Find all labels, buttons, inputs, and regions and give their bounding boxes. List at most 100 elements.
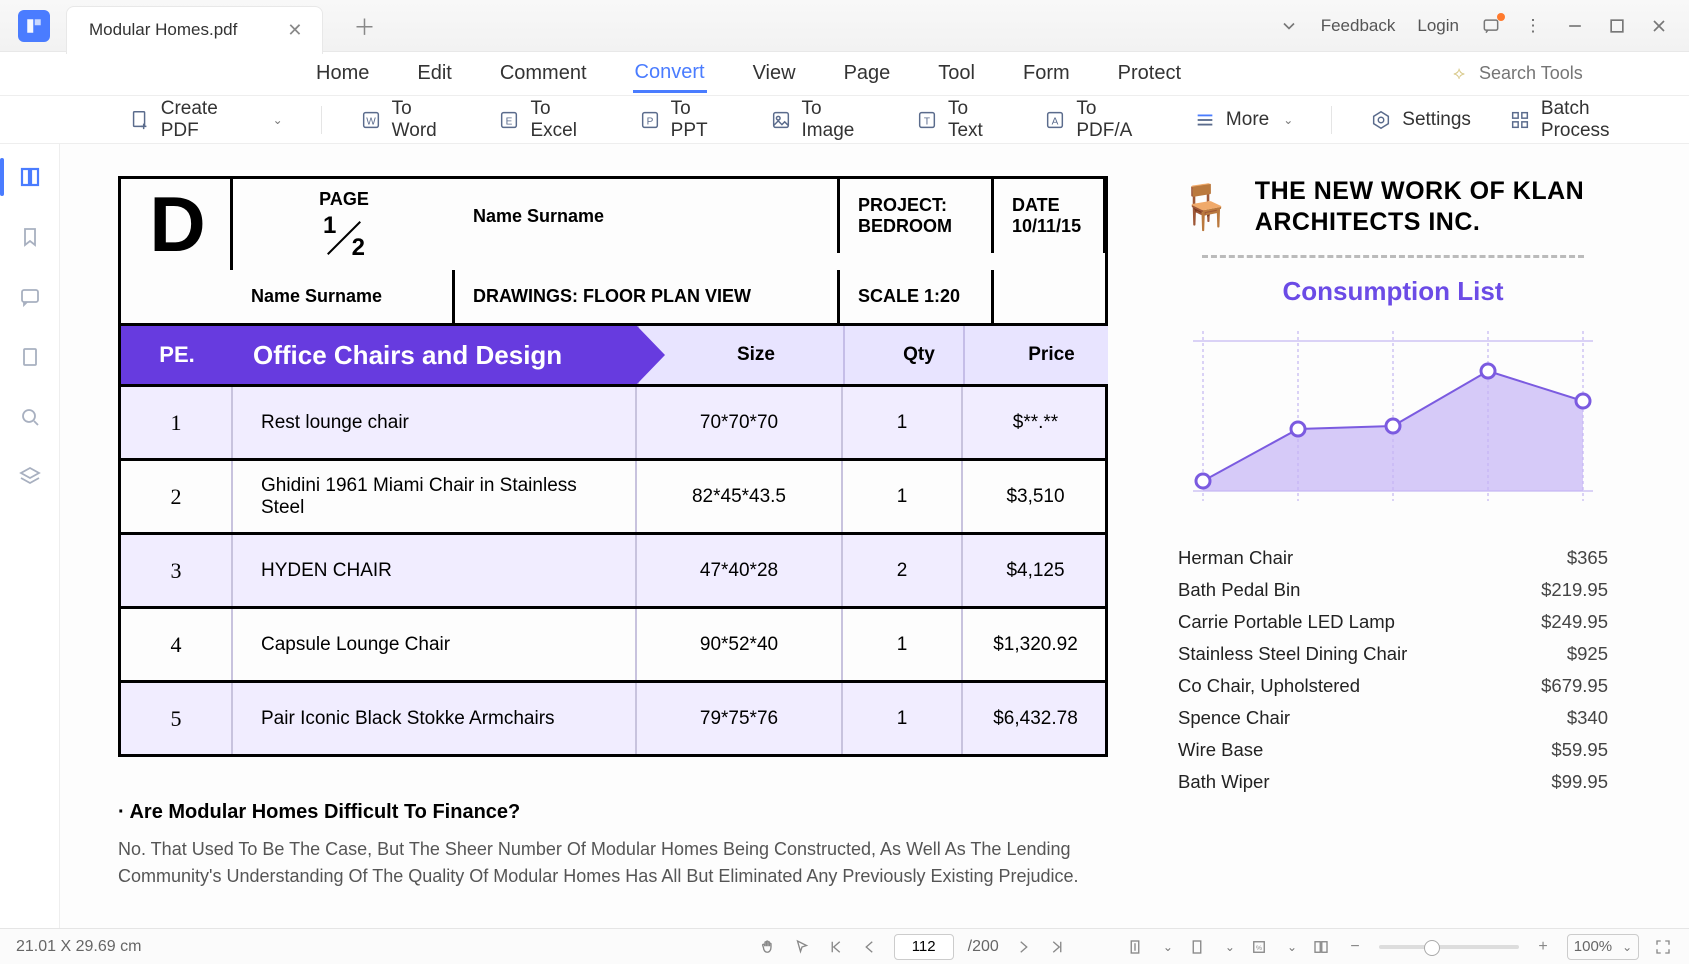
menu-tool[interactable]: Tool (936, 56, 977, 91)
items-table: PE. Office Chairs and Design Size Qty Pr… (118, 326, 1108, 757)
view-single-icon[interactable] (1187, 937, 1207, 957)
to-ppt-button[interactable]: PTo PPT (631, 94, 740, 146)
first-page-icon[interactable] (826, 937, 846, 957)
table-row: 3HYDEN CHAIR47*40*282$4,125 (121, 532, 1105, 606)
notification-icon[interactable] (1481, 16, 1501, 36)
svg-text:E: E (506, 116, 513, 127)
page-fraction: PAGE 12 (233, 179, 455, 270)
to-image-button[interactable]: To Image (762, 94, 886, 146)
chair-icon: 🪑 (1178, 181, 1233, 233)
name-1: Name Surname (455, 179, 840, 253)
maximize-icon[interactable] (1607, 16, 1627, 36)
svg-text:A: A (1052, 116, 1059, 127)
page-dimensions: 21.01 X 29.69 cm (16, 938, 141, 956)
last-page-icon[interactable] (1047, 937, 1067, 957)
create-pdf-button[interactable]: Create PDF⌄ (121, 94, 291, 146)
to-text-button[interactable]: TTo Text (908, 94, 1014, 146)
chevron-down-icon[interactable] (1279, 16, 1299, 36)
menu-home[interactable]: Home (314, 56, 371, 91)
select-icon[interactable] (792, 937, 812, 957)
view-two-icon[interactable] (1311, 937, 1331, 957)
pdfa-icon: A (1044, 109, 1066, 131)
list-item: Bath Wiper$99.95 (1178, 771, 1608, 793)
search-tools[interactable]: ⟡ (1453, 63, 1659, 84)
more-icon[interactable]: ⋮ (1523, 16, 1543, 36)
settings-icon (1370, 109, 1392, 131)
fit-height-icon[interactable] (1125, 937, 1145, 957)
price-list: Herman Chair$365Bath Pedal Bin$219.95Car… (1178, 547, 1608, 793)
header-price: Price (963, 326, 1108, 384)
to-excel-button[interactable]: ETo Excel (490, 94, 608, 146)
feedback-link[interactable]: Feedback (1321, 16, 1396, 36)
to-pdfa-button[interactable]: ATo PDF/A (1036, 94, 1164, 146)
search-icon[interactable] (17, 404, 43, 430)
main: D Name Surname PROJECT: BEDROOM DATE 10/… (60, 144, 1689, 928)
app-icon[interactable] (18, 10, 50, 42)
word-icon: W (360, 109, 382, 131)
scale-label: SCALE 1:20 (840, 270, 994, 323)
sidebar (0, 144, 60, 928)
new-tab-button[interactable]: ＋ (353, 10, 375, 42)
view-percent-icon[interactable]: % (1249, 937, 1269, 957)
zoom-in-icon[interactable]: + (1533, 937, 1553, 957)
right-panel: 🪑 THE NEW WORK OF KLAN ARCHITECTS INC. C… (1178, 176, 1608, 908)
consumption-chart (1178, 321, 1608, 521)
svg-text:%: % (1256, 945, 1262, 952)
minimize-icon[interactable] (1565, 16, 1585, 36)
header-title: Office Chairs and Design (253, 340, 562, 371)
menu-protect[interactable]: Protect (1116, 56, 1183, 91)
list-item: Bath Pedal Bin$219.95 (1178, 579, 1608, 601)
panel-subtitle: Consumption List (1178, 276, 1608, 307)
zoom-value[interactable]: 100%⌄ (1567, 934, 1639, 960)
page-number-input[interactable] (894, 934, 954, 960)
attachment-icon[interactable] (17, 344, 43, 370)
table-row: 1Rest lounge chair70*70*701$**.** (121, 384, 1105, 458)
zoom-slider[interactable] (1379, 945, 1519, 949)
bulb-icon: ⟡ (1453, 63, 1465, 84)
settings-button[interactable]: Settings (1362, 105, 1479, 135)
document-page: D Name Surname PROJECT: BEDROOM DATE 10/… (118, 176, 1108, 908)
zoom-out-icon[interactable]: − (1345, 937, 1365, 957)
header-qty: Qty (843, 326, 963, 384)
to-word-button[interactable]: WTo Word (352, 94, 469, 146)
batch-icon (1509, 109, 1531, 131)
table-row: 4Capsule Lounge Chair90*52*401$1,320.92 (121, 606, 1105, 680)
ppt-icon: P (639, 109, 661, 131)
ribbon: Create PDF⌄ WTo Word ETo Excel PTo PPT T… (0, 96, 1689, 144)
window-close-icon[interactable] (1649, 16, 1669, 36)
menu-form[interactable]: Form (1021, 56, 1072, 91)
menu-comment[interactable]: Comment (498, 56, 589, 91)
svg-text:P: P (646, 116, 653, 127)
drawings-label: DRAWINGS: FLOOR PLAN VIEW (455, 270, 840, 323)
prev-page-icon[interactable] (860, 937, 880, 957)
project-label: PROJECT: BEDROOM (840, 179, 994, 253)
next-page-icon[interactable] (1013, 937, 1033, 957)
tab-title: Modular Homes.pdf (89, 20, 237, 40)
thumbnails-icon[interactable] (17, 164, 43, 190)
list-item: Stainless Steel Dining Chair$925 (1178, 643, 1608, 665)
close-icon[interactable]: ✕ (287, 20, 302, 41)
title-block: D Name Surname PROJECT: BEDROOM DATE 10/… (118, 176, 1108, 326)
faq-question: · Are Modular Homes Difficult To Finance… (118, 801, 1108, 824)
list-item: Carrie Portable LED Lamp$249.95 (1178, 611, 1608, 633)
batch-button[interactable]: Batch Process (1501, 94, 1669, 146)
tab[interactable]: Modular Homes.pdf ✕ (66, 6, 323, 54)
menu-edit[interactable]: Edit (415, 56, 453, 91)
menubar: Home Edit Comment Convert View Page Tool… (0, 52, 1689, 96)
more-lines-icon (1194, 109, 1216, 131)
table-row: 2Ghidini 1961 Miami Chair in Stainless S… (121, 458, 1105, 532)
search-input[interactable] (1479, 63, 1659, 84)
fullscreen-icon[interactable] (1653, 937, 1673, 957)
list-item: Wire Base$59.95 (1178, 739, 1608, 761)
hand-icon[interactable] (758, 937, 778, 957)
more-button[interactable]: More⌄ (1186, 105, 1301, 135)
status-bar: 21.01 X 29.69 cm /200 ⌄ ⌄ %⌄ − + 100%⌄ (0, 928, 1689, 964)
menu-page[interactable]: Page (842, 56, 893, 91)
bookmark-icon[interactable] (17, 224, 43, 250)
comment-icon[interactable] (17, 284, 43, 310)
layers-icon[interactable] (17, 464, 43, 490)
login-link[interactable]: Login (1417, 16, 1459, 36)
menu-view[interactable]: View (751, 56, 798, 91)
menu-convert[interactable]: Convert (633, 55, 707, 93)
titlebar-right: Feedback Login ⋮ (1279, 16, 1669, 36)
